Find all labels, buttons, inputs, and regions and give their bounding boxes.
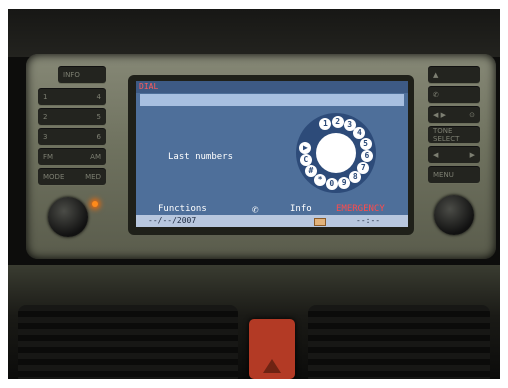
preset-1-4-button[interactable]: 14 — [38, 89, 106, 105]
right-air-vent — [308, 305, 490, 379]
left-air-vent — [18, 305, 238, 379]
navigation-display: DIAL Last numbers 1 2 3 4 5 6 7 8 9 0 * # C ▶ Functio… — [136, 81, 408, 227]
rotary-dial[interactable]: 1 2 3 4 5 6 7 8 9 0 * # C ▶ — [296, 113, 376, 193]
preset-3-6-button[interactable]: 36 — [38, 129, 106, 145]
mode-button[interactable]: MODE MED — [38, 169, 106, 185]
photo-frame: INFO 14 25 36 FM AM MODE MED ▲ ✆ ◀ ▶ ⊙ TONE… — [8, 9, 500, 379]
functions-softkey[interactable]: Functions — [158, 204, 207, 214]
dial-center — [316, 133, 356, 173]
dial-digit-9[interactable]: 0 — [325, 177, 338, 190]
dial-digit-5[interactable]: 6 — [360, 149, 373, 162]
number-entry-field[interactable] — [140, 94, 404, 106]
power-led — [92, 201, 98, 207]
tone-select-button[interactable]: TONE SELECT — [428, 127, 480, 143]
eject-hw-button[interactable]: ▲ — [428, 67, 480, 83]
hazard-button[interactable] — [249, 319, 295, 379]
time-display: --:-- — [356, 216, 381, 225]
info-hw-button[interactable]: INFO — [58, 67, 106, 83]
emergency-softkey[interactable]: EMERGENCY — [336, 204, 385, 214]
dashboard-top-trim — [8, 9, 500, 57]
dial-digit-0[interactable]: 1 — [319, 117, 332, 130]
dial-digit-10[interactable]: * — [314, 173, 327, 186]
fm-am-button[interactable]: FM AM — [38, 149, 106, 165]
phone-handset-icon[interactable]: ✆ — [252, 203, 259, 216]
date-display: --/--/2007 — [148, 216, 197, 225]
dial-digit-12[interactable]: C — [299, 154, 312, 166]
status-bar: --/--/2007 --:-- — [136, 215, 408, 227]
dial-digit-1[interactable]: 2 — [331, 116, 344, 129]
screen-title: DIAL — [136, 81, 408, 93]
preset-2-5-button[interactable]: 25 — [38, 109, 106, 125]
info-softkey[interactable]: Info — [290, 204, 312, 214]
dial-digit-4[interactable]: 5 — [359, 137, 372, 150]
softkey-bar: Functions ✆ Info EMERGENCY — [136, 202, 408, 216]
envelope-icon — [314, 218, 326, 226]
phone-handset-icon: ✆ — [433, 91, 439, 99]
volume-knob[interactable] — [48, 197, 88, 237]
dial-digit-3[interactable]: 4 — [353, 126, 366, 139]
phone-hw-button[interactable]: ✆ — [428, 87, 480, 103]
seek-hw-button[interactable]: ◀ ▶ ⊙ — [428, 107, 480, 123]
tuning-knob[interactable] — [434, 195, 474, 235]
menu-hw-button[interactable]: MENU — [428, 167, 480, 183]
hazard-triangle-icon — [263, 359, 281, 373]
arrow-hw-button[interactable]: ◀ ▶ — [428, 147, 480, 163]
last-numbers-option[interactable]: Last numbers — [168, 151, 238, 164]
dial-digit-13[interactable]: ▶ — [299, 141, 312, 154]
dial-digit-7[interactable]: 8 — [349, 171, 362, 184]
dial-digit-8[interactable]: 9 — [338, 176, 351, 189]
